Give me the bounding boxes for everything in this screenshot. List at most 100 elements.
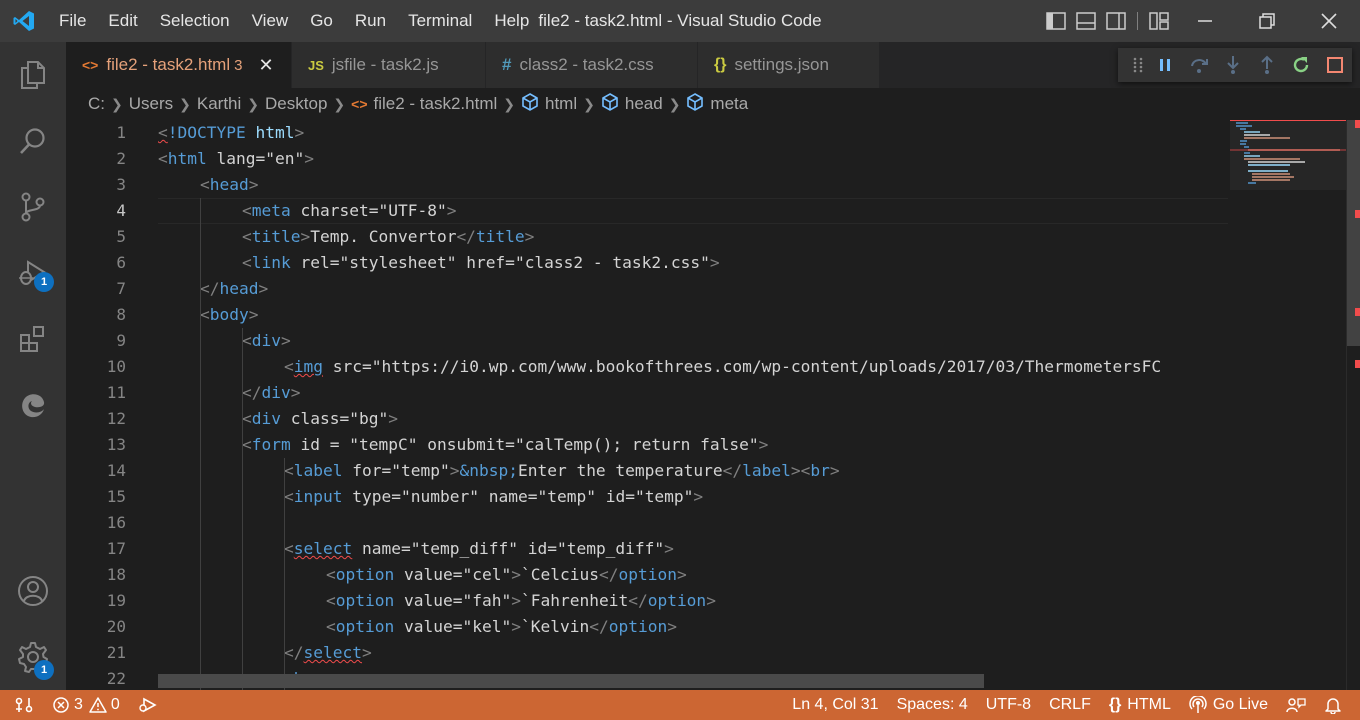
feedback-icon[interactable]: [1277, 690, 1315, 720]
code-line[interactable]: <head>: [200, 172, 258, 198]
code-line[interactable]: </div>: [242, 380, 301, 406]
tab-label: file2 - task2.html: [106, 55, 231, 74]
end-of-line[interactable]: CRLF: [1040, 690, 1100, 720]
step-out-icon[interactable]: [1250, 48, 1284, 82]
code-line[interactable]: <meta charset="UTF-8">: [242, 198, 456, 224]
line-number: 13: [106, 435, 126, 454]
tab-jsfile-js[interactable]: JS jsfile - task2.js: [292, 42, 486, 88]
step-into-icon[interactable]: [1216, 48, 1250, 82]
step-over-icon[interactable]: [1182, 48, 1216, 82]
toggle-primary-sidebar-icon[interactable]: [1041, 0, 1071, 42]
menu-edit[interactable]: Edit: [97, 0, 148, 42]
indentation[interactable]: Spaces: 4: [888, 690, 977, 720]
code-line[interactable]: <div class="bg">: [242, 406, 398, 432]
code-area[interactable]: <!DOCTYPE html> <html lang="en"> <head> <me…: [158, 120, 1230, 690]
code-line[interactable]: <img src="https://i0.wp.com/www.bookofth…: [284, 354, 1161, 380]
remote-indicator-icon[interactable]: [0, 690, 43, 720]
breadcrumb-symbol[interactable]: head: [625, 94, 663, 114]
problems-indicator[interactable]: 3 0: [43, 690, 129, 720]
search-icon[interactable]: [0, 108, 66, 174]
tab-settings-json[interactable]: {} settings.json: [698, 42, 880, 88]
menu-run[interactable]: Run: [344, 0, 397, 42]
live-share-run-icon[interactable]: [129, 690, 167, 720]
close-tab-icon[interactable]: ✕: [258, 55, 273, 76]
code-line[interactable]: <html lang="en">: [158, 146, 314, 172]
source-control-icon[interactable]: [0, 174, 66, 240]
chevron-right-icon: ❯: [111, 95, 123, 112]
breadcrumb-file[interactable]: file2 - task2.html: [374, 94, 498, 114]
code-line[interactable]: </head>: [200, 276, 268, 302]
line-number-gutter: 1 2 3 4 5 6 7 8 9 10 11 12 13 14 15 16 17 18 19 20 21 22: [66, 120, 126, 690]
code-line[interactable]: <form id = "tempC" onsubmit="calTemp(); …: [242, 432, 768, 458]
run-debug-icon[interactable]: 1: [0, 240, 66, 306]
code-line[interactable]: <!DOCTYPE html>: [158, 120, 304, 146]
code-line[interactable]: <input type="number" name="temp" id="tem…: [284, 484, 703, 510]
code-line[interactable]: <title>Temp. Convertor</title>: [242, 224, 534, 250]
tab-label: class2 - task2.css: [519, 55, 654, 74]
language-label: HTML: [1127, 696, 1171, 713]
status-bar: 3 0 Ln 4, Col 31 Spaces: 4 UTF-8 CRLF {}…: [0, 690, 1360, 720]
error-marker: [1355, 360, 1360, 368]
language-mode[interactable]: {} HTML: [1100, 690, 1180, 720]
code-line[interactable]: <option value="kel">`Kelvin</option>: [326, 614, 677, 640]
toggle-secondary-sidebar-icon[interactable]: [1101, 0, 1131, 42]
warning-icon: [89, 697, 107, 713]
breadcrumb-folder[interactable]: Karthi: [197, 94, 241, 114]
code-line[interactable]: <select name="temp_diff" id="temp_diff">: [284, 536, 674, 562]
breadcrumb-folder[interactable]: Users: [129, 94, 173, 114]
notifications-bell-icon[interactable]: [1315, 690, 1360, 720]
drag-handle-icon[interactable]: [1128, 48, 1147, 82]
accounts-icon[interactable]: [0, 558, 66, 624]
breadcrumb-folder[interactable]: Desktop: [265, 94, 327, 114]
error-marker: [1355, 308, 1360, 316]
menu-view[interactable]: View: [241, 0, 300, 42]
file-encoding[interactable]: UTF-8: [977, 690, 1040, 720]
toggle-panel-icon[interactable]: [1071, 0, 1101, 42]
cursor-position[interactable]: Ln 4, Col 31: [783, 690, 887, 720]
code-line[interactable]: <label for="temp">&nbsp;Enter the temper…: [284, 458, 840, 484]
line-number: 3: [116, 175, 126, 194]
activity-bar: 1 1: [0, 42, 66, 690]
code-line[interactable]: <link rel="stylesheet" href="class2 - ta…: [242, 250, 720, 276]
menu-selection[interactable]: Selection: [149, 0, 241, 42]
stop-icon[interactable]: [1318, 48, 1352, 82]
indent-guide: [284, 458, 286, 690]
code-line[interactable]: <div>: [242, 328, 291, 354]
close-window-icon[interactable]: [1298, 0, 1360, 42]
breadcrumb-symbol[interactable]: html: [545, 94, 577, 114]
code-line[interactable]: </select>: [284, 640, 372, 666]
line-number: 11: [106, 383, 126, 402]
symbol-element-icon: [686, 92, 704, 116]
html-file-icon: <>: [82, 57, 99, 73]
vertical-scrollbar[interactable]: [1346, 120, 1360, 690]
css-file-icon: #: [502, 55, 512, 74]
line-number: 20: [106, 617, 126, 636]
minimize-icon[interactable]: [1174, 0, 1236, 42]
tab-class2-css[interactable]: # class2 - task2.css: [486, 42, 698, 88]
code-line[interactable]: <body>: [200, 302, 258, 328]
go-live-button[interactable]: Go Live: [1180, 690, 1277, 720]
breadcrumb-symbol[interactable]: meta: [710, 94, 748, 114]
horizontal-scrollbar[interactable]: [158, 674, 984, 688]
menu-go[interactable]: Go: [299, 0, 344, 42]
minimap[interactable]: [1230, 120, 1346, 690]
menu-terminal[interactable]: Terminal: [397, 0, 483, 42]
explorer-icon[interactable]: [0, 42, 66, 108]
manage-gear-icon[interactable]: 1: [0, 624, 66, 690]
code-editor[interactable]: 1 2 3 4 5 6 7 8 9 10 11 12 13 14 15 16 17 18 19 20 21 22 <!DO…: [66, 120, 1360, 690]
customize-layout-icon[interactable]: [1144, 0, 1174, 42]
code-line[interactable]: <option value="fah">`Fahrenheit</option>: [326, 588, 716, 614]
edge-devtools-icon[interactable]: [0, 372, 66, 438]
breadcrumb-drive[interactable]: C:: [88, 94, 105, 114]
menu-file[interactable]: File: [48, 0, 97, 42]
restore-icon[interactable]: [1236, 0, 1298, 42]
title-bar: File Edit Selection View Go Run Terminal…: [0, 0, 1360, 42]
line-number: 12: [106, 409, 126, 428]
pause-icon[interactable]: [1147, 48, 1181, 82]
extensions-icon[interactable]: [0, 306, 66, 372]
line-number: 15: [106, 487, 126, 506]
menu-help[interactable]: Help: [483, 0, 540, 42]
tab-file2-html[interactable]: <> file2 - task2.html 3 ✕: [66, 42, 292, 88]
code-line[interactable]: <option value="cel">`Celcius</option>: [326, 562, 687, 588]
restart-icon[interactable]: [1284, 48, 1318, 82]
